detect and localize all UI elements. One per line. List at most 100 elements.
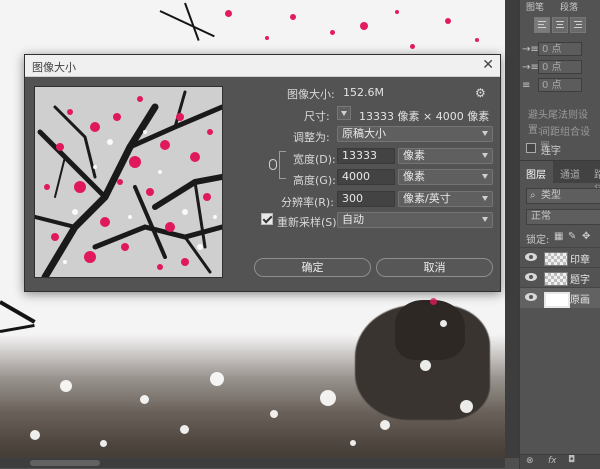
hyphenate-label: 连字 [541, 146, 561, 157]
layer-thumbnail [544, 252, 568, 266]
width-input[interactable]: 13333 [337, 148, 395, 164]
splatter [100, 440, 107, 447]
space-before-icon: ≡ [522, 80, 531, 91]
layers-footer: ⊗ fx ◘ [520, 454, 600, 469]
align-right-button[interactable] [570, 17, 586, 33]
visibility-eye-icon[interactable] [525, 273, 537, 281]
close-icon[interactable]: ✕ [482, 56, 494, 74]
resample-checkbox[interactable] [261, 213, 273, 225]
tab-layers[interactable]: 图层 [526, 166, 546, 181]
image-size-label: 图像大小: [287, 88, 335, 101]
indent-first-row: →≡ 0 点 [522, 60, 592, 76]
splatter [420, 360, 431, 371]
space-before-input[interactable]: 0 点 [538, 78, 582, 92]
blossom [330, 30, 335, 35]
image-preview[interactable] [34, 86, 223, 278]
fit-to-select[interactable]: 原稿大小 [337, 126, 493, 142]
layer-row[interactable]: 印章 [520, 247, 600, 268]
layer-name: 印章 [570, 255, 590, 266]
scrollbar-thumb[interactable] [30, 460, 100, 466]
height-input[interactable]: 4000 [337, 169, 395, 185]
lock-move-icon[interactable]: ✥ [582, 231, 592, 242]
mask-icon[interactable]: ◘ [568, 455, 575, 465]
chevron-down-icon [341, 111, 347, 116]
branch [0, 300, 36, 324]
layer-row[interactable]: 原画 [520, 287, 600, 308]
resolution-unit-value: 像素/英寸 [403, 192, 451, 205]
hyphenate-checkbox[interactable] [526, 143, 536, 153]
indent-left-row: →≡ 0 点 [522, 42, 592, 58]
vertical-scrollbar[interactable] [505, 0, 519, 458]
fx-icon[interactable]: fx [548, 456, 557, 466]
blossom [410, 44, 415, 49]
splatter [30, 430, 40, 440]
fit-to-value: 原稿大小 [342, 127, 386, 140]
ok-button[interactable]: 确定 [254, 258, 371, 277]
indent-left-input[interactable]: 0 点 [538, 42, 582, 56]
visibility-eye-icon[interactable] [525, 253, 537, 261]
splatter [440, 320, 447, 327]
horizontal-scrollbar[interactable] [0, 458, 505, 468]
width-unit-select[interactable]: 像素 [398, 148, 493, 164]
chevron-down-icon [482, 217, 488, 222]
dimensions-label: 尺寸: [304, 110, 330, 123]
branch [0, 323, 35, 333]
resolution-label: 分辨率(R): [281, 196, 334, 209]
fit-to-label: 调整为: [293, 131, 330, 144]
constrain-proportions[interactable] [269, 151, 286, 179]
align-left-button[interactable] [534, 17, 550, 33]
splatter [350, 440, 356, 446]
resample-value: 自动 [342, 213, 364, 226]
panel-tab[interactable]: 段落 [560, 0, 578, 13]
layers-panel: 图层 通道 路径 ⌕ 类型 正常 锁定: ▦ ✎ ✥ 印章 题字 原画 ⊗ fx… [519, 160, 600, 469]
splatter [460, 400, 473, 413]
gear-icon[interactable]: ⚙ [475, 86, 486, 100]
chevron-down-icon [482, 174, 488, 179]
splatter [270, 410, 278, 418]
lock-label: 锁定: [526, 235, 550, 246]
splatter [320, 390, 336, 406]
dimensions-value: 13333 像素 × 4000 像素 [359, 110, 490, 123]
link-icon[interactable]: ⊗ [526, 456, 534, 466]
height-unit-select[interactable]: 像素 [398, 169, 493, 185]
space-before-row: ≡ 0 点 [522, 78, 592, 94]
resample-label: 重新采样(S): [277, 216, 341, 229]
filter-label: 类型 [541, 190, 561, 201]
height-label: 高度(G): [293, 174, 336, 187]
width-label: 宽度(D): [293, 153, 336, 166]
splatter [210, 372, 224, 386]
splatter [380, 420, 390, 430]
lock-transparency-icon[interactable]: ▦ [554, 231, 564, 242]
ink-rock-top [395, 300, 465, 360]
align-center-button[interactable] [552, 17, 568, 33]
indent-first-input[interactable]: 0 点 [538, 60, 582, 74]
chevron-down-icon [482, 153, 488, 158]
layers-tabs: 图层 通道 路径 [520, 161, 600, 196]
dimensions-unit-dropdown[interactable] [337, 106, 351, 120]
link-bracket [279, 151, 286, 179]
lock-brush-icon[interactable]: ✎ [568, 231, 578, 242]
layer-filter-select[interactable]: ⌕ 类型 [526, 188, 600, 204]
layer-thumbnail [544, 272, 568, 286]
blend-mode-select[interactable]: 正常 [526, 209, 600, 225]
resolution-unit-select[interactable]: 像素/英寸 [398, 191, 493, 207]
layer-row[interactable]: 题字 [520, 267, 600, 288]
chevron-down-icon [482, 196, 488, 201]
chain-link-icon[interactable] [269, 159, 277, 170]
splatter [140, 395, 149, 404]
visibility-eye-icon[interactable] [525, 293, 537, 301]
blossom [225, 10, 232, 17]
dialog-title-bar[interactable]: 图像大小 ✕ [25, 55, 500, 77]
layer-name: 原画 [570, 295, 590, 306]
dialog-title: 图像大小 [32, 61, 76, 74]
tab-channels[interactable]: 通道 [560, 166, 580, 181]
splatter [180, 425, 189, 434]
chevron-down-icon [482, 131, 488, 136]
resample-select[interactable]: 自动 [337, 212, 493, 228]
layer-name: 题字 [570, 275, 590, 286]
cancel-button[interactable]: 取消 [376, 258, 493, 277]
panel-tab[interactable]: 图笔 [526, 0, 544, 13]
width-unit-value: 像素 [403, 149, 425, 162]
blossom [395, 10, 399, 14]
resolution-input[interactable]: 300 [337, 191, 395, 207]
